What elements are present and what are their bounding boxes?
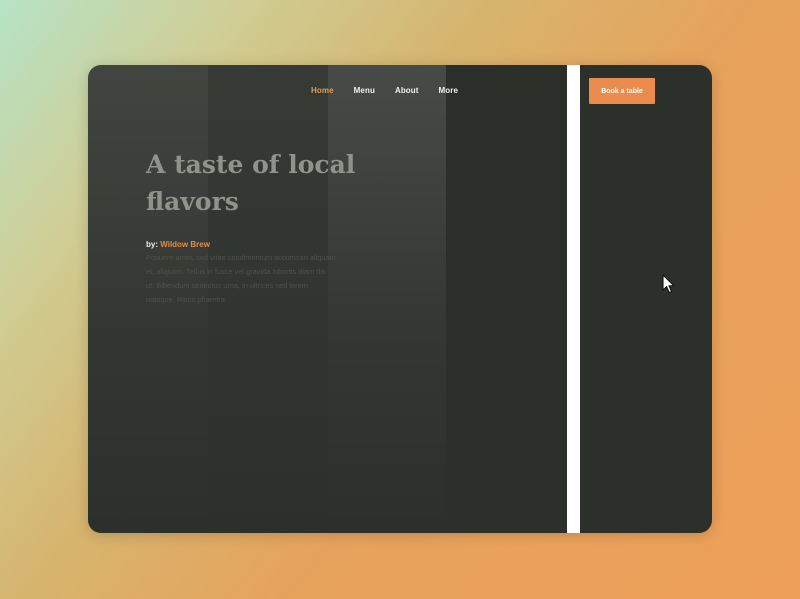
app-window: Home Menu About More Book a table A tast…: [88, 65, 712, 533]
book-table-button[interactable]: Book a table: [589, 78, 655, 104]
hero-title: A taste of local flavors: [146, 150, 356, 216]
main-nav: Home Menu About More: [311, 86, 478, 95]
byline-prefix: by:: [146, 240, 158, 249]
hero-panel-4: [446, 65, 566, 533]
nav-item-home[interactable]: Home: [311, 86, 334, 95]
byline: by: Wildow Brew: [146, 240, 210, 249]
nav-item-more[interactable]: More: [439, 86, 459, 95]
mouse-pointer-icon: [662, 274, 675, 294]
white-divider-bar: [567, 65, 580, 533]
hero-body-text: Posuere amet, sed vitae condimentum accu…: [146, 253, 336, 304]
author-name: Wildow Brew: [160, 240, 210, 249]
nav-item-about[interactable]: About: [395, 86, 419, 95]
hero-panel-3: [328, 65, 446, 533]
nav-item-menu[interactable]: Menu: [354, 86, 375, 95]
